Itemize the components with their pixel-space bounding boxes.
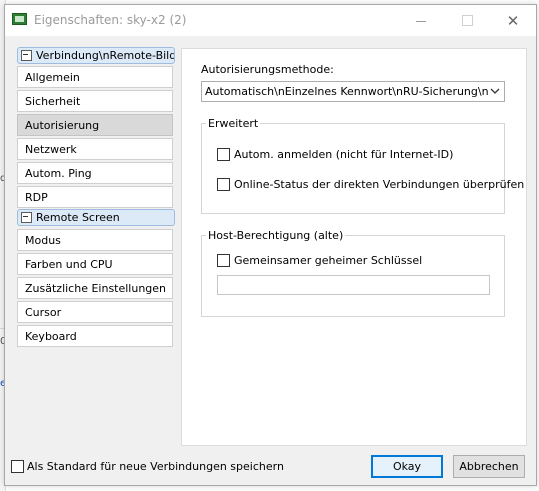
sidebar-item-sicherheit[interactable]: Sicherheit xyxy=(17,90,173,112)
close-button[interactable]: ✕ xyxy=(490,5,536,36)
sidebar-item-modus[interactable]: Modus xyxy=(17,229,173,251)
sidebar-item-label: RDP xyxy=(25,190,48,204)
sidebar-item-label: Farben und CPU xyxy=(25,257,113,271)
auto-login-label[interactable]: Autom. anmelden (nicht für Internet-ID) xyxy=(234,148,453,161)
shared-secret-label[interactable]: Gemeinsamer geheimer Schlüssel xyxy=(234,254,422,267)
auth-method-label: Autorisierungsmethode: xyxy=(201,63,334,76)
sidebar-item-zusaetzliche-einstellungen[interactable]: Zusätzliche Einstellungen xyxy=(17,277,173,299)
online-status-checkbox[interactable] xyxy=(217,178,230,191)
sidebar-item-cursor[interactable]: Cursor xyxy=(17,301,173,323)
minimize-button[interactable] xyxy=(398,5,444,36)
sidebar-item-label: Cursor xyxy=(25,305,62,319)
properties-dialog: Eigenschaften: sky-x2 (2) ✕ Verbindung\n… xyxy=(4,4,537,486)
sidebar-item-label: Autom. Ping xyxy=(25,166,92,180)
app-icon xyxy=(12,13,27,25)
collapse-icon[interactable] xyxy=(21,212,32,223)
sidebar-item-label: Sicherheit xyxy=(25,94,81,108)
nav-group-remote-screen[interactable]: Remote Screen xyxy=(17,209,175,226)
online-status-label[interactable]: Online-Status der direkten Verbindungen … xyxy=(234,178,524,191)
ok-button[interactable]: Okay xyxy=(371,455,443,478)
sidebar-item-label: Autorisierung xyxy=(25,118,100,132)
nav-group-label: Verbindung\nRemote-Bildsc... xyxy=(36,49,174,62)
maximize-icon xyxy=(461,15,473,26)
sidebar-item-label: Modus xyxy=(25,233,61,247)
sidebar-item-keyboard[interactable]: Keyboard xyxy=(17,325,173,347)
sidebar-item-label: Keyboard xyxy=(25,329,77,343)
sidebar-item-label: Allgemein xyxy=(25,70,80,84)
nav-group-label: Remote Screen xyxy=(36,211,120,224)
shared-secret-input[interactable] xyxy=(217,275,490,295)
chevron-down-icon xyxy=(490,88,500,94)
sidebar-item-rdp[interactable]: RDP xyxy=(17,186,173,208)
save-as-default-checkbox[interactable] xyxy=(11,460,24,473)
sidebar-item-allgemein[interactable]: Allgemein xyxy=(17,66,173,88)
minimize-icon xyxy=(416,21,426,22)
maximize-button[interactable] xyxy=(444,5,490,36)
sidebar-item-netzwerk[interactable]: Netzwerk xyxy=(17,138,173,160)
advanced-group-title: Erweitert xyxy=(206,117,261,130)
save-as-default-label[interactable]: Als Standard für neue Verbindungen speic… xyxy=(27,460,284,473)
collapse-icon[interactable] xyxy=(21,50,32,61)
sidebar-item-farben-und-cpu[interactable]: Farben und CPU xyxy=(17,253,173,275)
sidebar-item-label: Zusätzliche Einstellungen xyxy=(25,281,167,295)
shared-secret-checkbox[interactable] xyxy=(217,254,230,267)
sidebar-item-autom-ping[interactable]: Autom. Ping xyxy=(17,162,173,184)
auth-method-value: Automatisch\nEinzelnes Kennwort\nRU-Sich… xyxy=(205,85,489,98)
sidebar-item-autorisierung[interactable]: Autorisierung xyxy=(17,114,173,136)
cancel-button[interactable]: Abbrechen xyxy=(453,455,525,478)
close-icon: ✕ xyxy=(506,11,520,30)
advanced-groupbox xyxy=(201,123,505,214)
nav-group-verbindung[interactable]: Verbindung\nRemote-Bildsc... xyxy=(17,47,175,64)
host-permission-title: Host-Berechtigung (alte) xyxy=(206,229,346,242)
window-title: Eigenschaften: sky-x2 (2) xyxy=(34,13,187,27)
auth-method-select[interactable]: Automatisch\nEinzelnes Kennwort\nRU-Sich… xyxy=(201,81,505,102)
auto-login-checkbox[interactable] xyxy=(217,148,230,161)
title-bar[interactable]: Eigenschaften: sky-x2 (2) ✕ xyxy=(5,5,536,36)
sidebar-item-label: Netzwerk xyxy=(25,142,77,156)
